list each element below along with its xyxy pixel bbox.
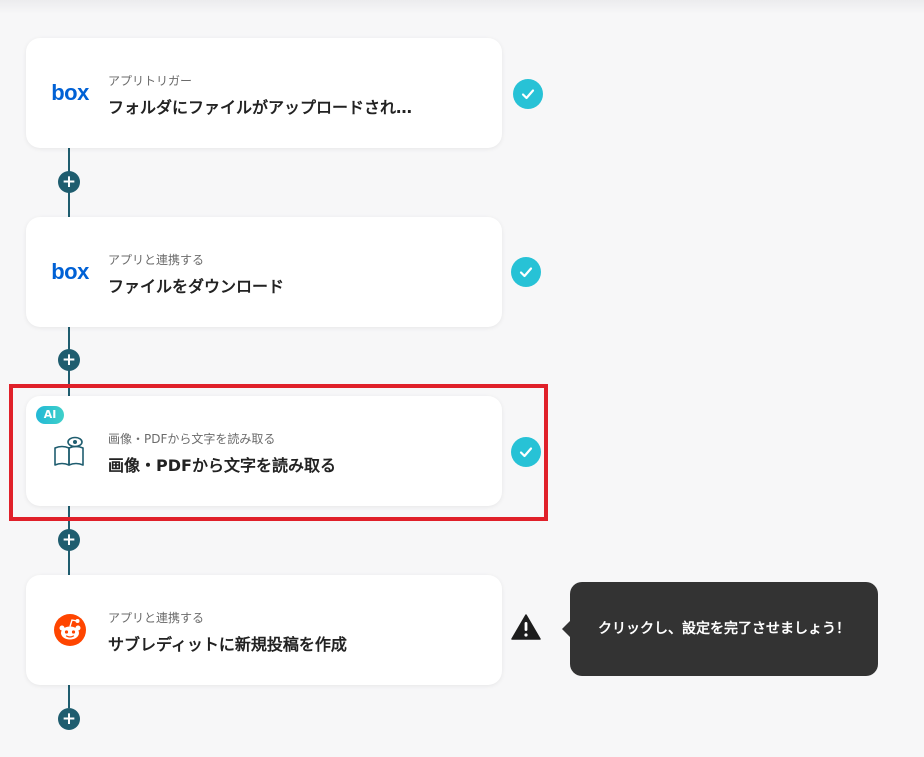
tooltip-arrow <box>562 621 570 637</box>
warning-icon <box>511 614 541 640</box>
add-step-button[interactable]: + <box>58 708 80 730</box>
add-step-button[interactable]: + <box>58 171 80 193</box>
add-step-button[interactable]: + <box>58 529 80 551</box>
check-icon <box>513 79 543 109</box>
step-title: ファイルをダウンロード <box>108 277 285 296</box>
box-logo-text: box <box>51 80 89 105</box>
highlight-frame <box>9 384 548 521</box>
add-step-button[interactable]: + <box>58 349 80 371</box>
top-shadow <box>0 0 924 14</box>
box-logo-icon: box <box>50 75 90 111</box>
box-logo-text: box <box>51 259 89 284</box>
step-category: アプリと連携する <box>108 253 205 267</box>
step-category: アプリトリガー <box>108 74 193 88</box>
check-icon <box>511 257 541 287</box>
step-card-trigger[interactable]: box アプリトリガー フォルダにファイルがアップロードされ… <box>26 38 502 148</box>
step-title: フォルダにファイルがアップロードされ… <box>108 98 413 117</box>
box-logo-icon: box <box>50 254 90 290</box>
setup-tooltip: クリックし、設定を完了させましょう！ <box>570 582 878 676</box>
reddit-icon <box>50 612 90 648</box>
step-card-download[interactable]: box アプリと連携する ファイルをダウンロード <box>26 217 502 327</box>
connector-line <box>68 684 70 708</box>
step-category: アプリと連携する <box>108 611 205 625</box>
step-card-reddit-post[interactable]: アプリと連携する サブレディットに新規投稿を作成 <box>26 575 502 685</box>
step-title: サブレディットに新規投稿を作成 <box>108 635 347 654</box>
